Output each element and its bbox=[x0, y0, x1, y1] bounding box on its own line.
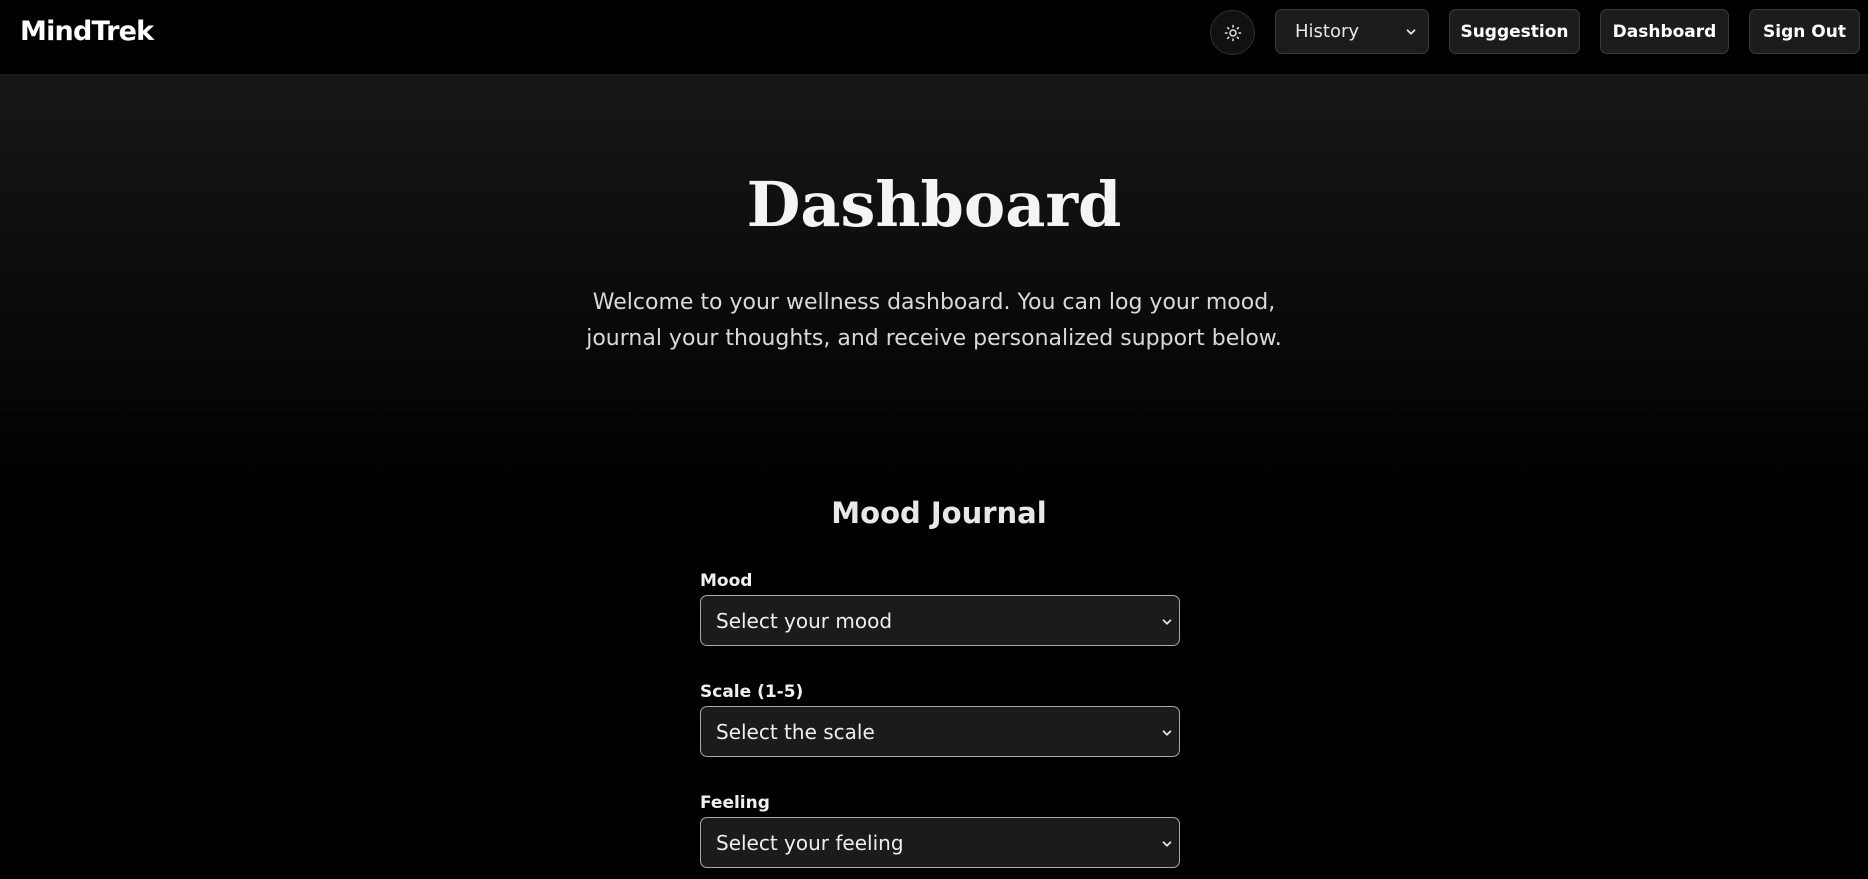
history-select-value: History bbox=[1295, 21, 1360, 42]
chevron-down-icon bbox=[1162, 841, 1172, 847]
feeling-select[interactable]: Select your feeling bbox=[700, 817, 1180, 868]
suggestion-button[interactable]: Suggestion bbox=[1449, 9, 1580, 54]
scale-select[interactable]: Select the scale bbox=[700, 706, 1180, 757]
sun-icon bbox=[1224, 24, 1241, 41]
intro-text: Welcome to your wellness dashboard. You … bbox=[586, 290, 1282, 351]
chevron-down-icon bbox=[1406, 29, 1416, 35]
chevron-down-icon bbox=[1162, 730, 1172, 736]
mood-select[interactable]: Select your mood bbox=[700, 595, 1180, 646]
history-select[interactable]: History bbox=[1275, 9, 1429, 54]
feeling-label: Feeling bbox=[700, 793, 770, 813]
app-logo[interactable]: MindTrek bbox=[20, 16, 154, 47]
chevron-down-icon bbox=[1162, 619, 1172, 625]
navbar: MindTrek History Suggestion Dashboard Si… bbox=[0, 0, 1868, 75]
scale-select-placeholder: Select the scale bbox=[716, 719, 875, 744]
sign-out-button[interactable]: Sign Out bbox=[1749, 9, 1860, 54]
page-title: Dashboard bbox=[746, 168, 1122, 241]
feeling-select-placeholder: Select your feeling bbox=[716, 830, 904, 855]
mood-label: Mood bbox=[700, 571, 753, 591]
mood-journal-title: Mood Journal bbox=[831, 496, 1047, 530]
scale-label: Scale (1-5) bbox=[700, 682, 804, 702]
theme-toggle-button[interactable] bbox=[1210, 10, 1255, 55]
mood-select-placeholder: Select your mood bbox=[716, 608, 893, 633]
dashboard-button[interactable]: Dashboard bbox=[1600, 9, 1729, 54]
